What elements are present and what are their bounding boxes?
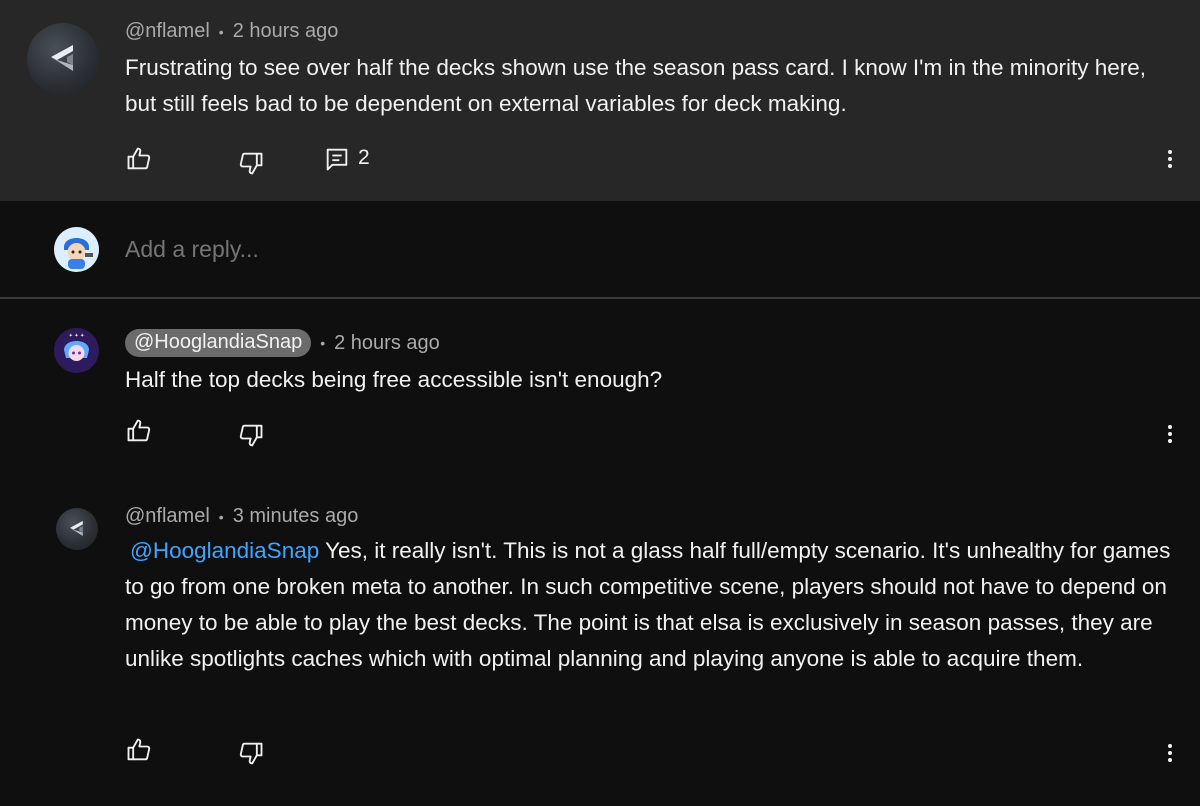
- reply-comment-2: @nflamel • 3 minutes ago @HooglandiaSnap…: [0, 474, 1200, 806]
- like-button[interactable]: [124, 735, 154, 765]
- user-avatar: [54, 227, 99, 272]
- cartoon-character-icon: [54, 227, 99, 272]
- comment-thread-1: @nflamel • 2 hours ago Frustrating to se…: [0, 0, 1200, 201]
- comment-meta: @nflamel • 2 hours ago: [125, 20, 338, 43]
- more-options-button[interactable]: [1160, 738, 1180, 768]
- reply-comment-1: ✦ ✦ ✦ @HooglandiaSnap • 2 hours ago Half…: [0, 299, 1200, 474]
- arrow-logo-icon: [70, 520, 83, 536]
- more-options-button[interactable]: [1160, 419, 1180, 449]
- like-button[interactable]: [124, 144, 154, 174]
- comment-text: Half the top decks being free accessible…: [125, 367, 663, 392]
- dislike-button[interactable]: [236, 420, 266, 450]
- replies-button[interactable]: [322, 144, 352, 174]
- dislike-button[interactable]: [236, 148, 266, 178]
- reply-input[interactable]: [125, 236, 1025, 263]
- separator-dot: •: [218, 23, 224, 40]
- comment-meta: @nflamel • 3 minutes ago: [125, 505, 358, 528]
- comments-page: @nflamel • 2 hours ago Frustrating to se…: [0, 0, 1200, 806]
- anime-character-icon: ✦ ✦ ✦: [54, 328, 99, 373]
- thumbs-up-icon: [127, 738, 151, 761]
- more-options-button[interactable]: [1160, 144, 1180, 174]
- avatar[interactable]: [27, 23, 99, 95]
- separator-dot: •: [218, 508, 224, 525]
- svg-text:✦ ✦ ✦: ✦ ✦ ✦: [69, 333, 85, 339]
- thumbs-down-icon: [239, 152, 263, 175]
- thumbs-down-icon: [239, 424, 263, 447]
- arrow-logo-icon: [51, 45, 73, 71]
- separator-dot: •: [320, 335, 326, 351]
- comment-time[interactable]: 3 minutes ago: [233, 505, 359, 528]
- comment-time[interactable]: 2 hours ago: [233, 20, 339, 43]
- avatar[interactable]: [56, 508, 98, 550]
- like-button[interactable]: [124, 416, 154, 446]
- comment-icon: [326, 148, 348, 171]
- thumbs-up-icon: [127, 147, 151, 170]
- comment-text: Frustrating to see over half the decks s…: [125, 55, 1147, 116]
- avatar[interactable]: ✦ ✦ ✦: [54, 328, 99, 373]
- more-vert-icon: [1168, 744, 1172, 762]
- more-vert-icon: [1168, 150, 1172, 168]
- more-vert-icon: [1168, 425, 1172, 443]
- mention-link[interactable]: @HooglandiaSnap: [130, 538, 319, 563]
- comment-text: @HooglandiaSnap Yes, it really isn't. Th…: [125, 533, 1175, 677]
- comment-time[interactable]: 2 hours ago: [334, 332, 440, 355]
- comment-author-chip[interactable]: @HooglandiaSnap: [125, 329, 312, 357]
- thumbs-down-icon: [239, 742, 263, 765]
- comment-meta: @HooglandiaSnap • 2 hours ago: [125, 329, 440, 357]
- comment-author[interactable]: @nflamel: [125, 505, 210, 528]
- comment-author[interactable]: @nflamel: [125, 20, 210, 43]
- reply-count[interactable]: 2: [358, 146, 370, 170]
- thumbs-up-icon: [127, 419, 151, 442]
- dislike-button[interactable]: [236, 738, 266, 768]
